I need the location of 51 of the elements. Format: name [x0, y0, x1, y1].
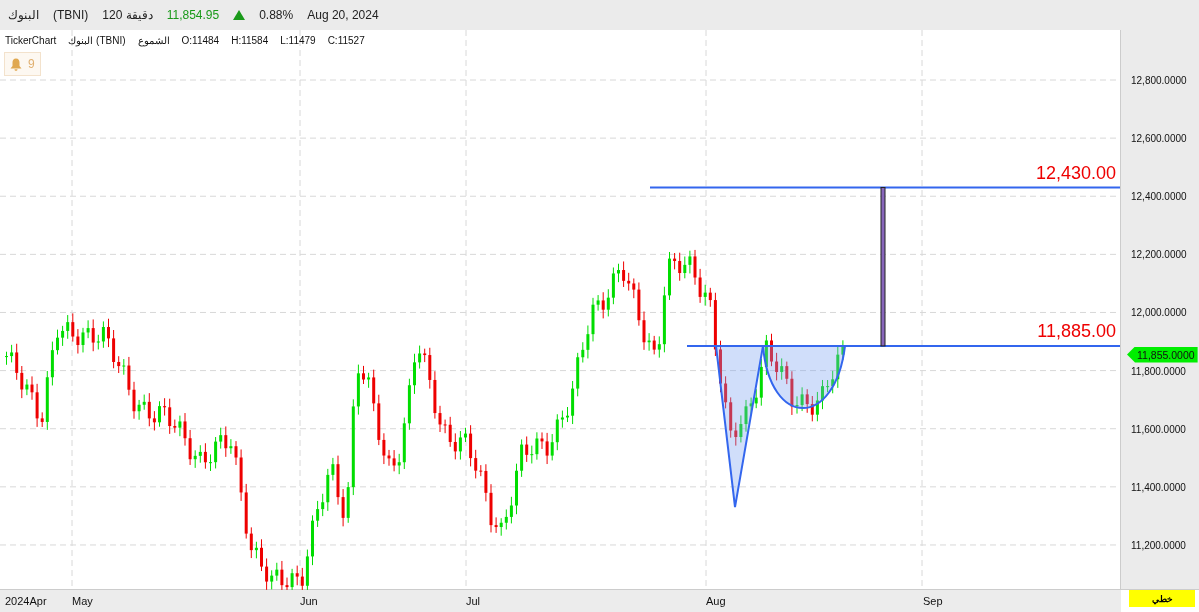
candle: [107, 318, 110, 348]
index-symbol: (TBNI): [53, 8, 89, 22]
candle: [770, 333, 773, 367]
x-axis-label: Aug: [706, 595, 726, 607]
date-text: Aug 20, 2024: [307, 8, 379, 22]
candle: [515, 463, 518, 515]
y-axis-label: 12,400.0000: [1131, 190, 1187, 202]
candle: [56, 329, 59, 356]
legend-close: C:11527: [327, 35, 365, 46]
legend-source: TickerChart: [5, 35, 57, 46]
candle: [311, 514, 314, 566]
scale-button[interactable]: خطي: [1129, 590, 1195, 607]
candle: [260, 538, 263, 572]
y-axis-label: 11,400.0000: [1131, 481, 1186, 493]
candle: [464, 427, 467, 443]
candle: [668, 251, 671, 301]
legend-chart-type: الشموع: [137, 35, 170, 46]
candle: [413, 353, 416, 395]
candle: [5, 351, 8, 366]
candle: [821, 379, 824, 410]
legend-name: البنوك (TBNI): [68, 35, 126, 46]
candle: [719, 340, 722, 393]
level-price-label: 11,885.00: [1037, 320, 1116, 342]
interval-text: 120 دقيقة: [102, 8, 153, 22]
y-axis-label: 11,600.0000: [1131, 423, 1186, 435]
last-price: 11,854.95: [166, 8, 220, 22]
y-axis-label: 12,000.0000: [1131, 306, 1187, 318]
x-axis-label: 2024Apr: [5, 595, 47, 607]
candle: [617, 263, 620, 283]
candle: [158, 400, 161, 428]
candle: [566, 406, 569, 423]
x-axis-label: Sep: [923, 595, 943, 607]
candle: [209, 453, 212, 472]
x-axis-label: Jun: [300, 595, 318, 607]
y-axis-label: 11,800.0000: [1131, 365, 1186, 377]
legend-low: L:11479: [280, 35, 316, 46]
legend-high: H:11584: [231, 35, 269, 46]
index-name: البنوك: [8, 8, 39, 22]
y-axis-label: 12,800.0000: [1131, 74, 1187, 86]
y-axis-label: 12,600.0000: [1131, 132, 1187, 144]
x-axis-label: May: [72, 595, 93, 607]
current-price-tag: 11,855.0000: [1127, 346, 1198, 363]
change-percent: 0.88%: [259, 8, 294, 22]
bell-icon: [10, 57, 22, 71]
candle: [362, 365, 365, 385]
alerts-count: 9: [28, 57, 35, 71]
y-axis-label: 11,200.0000: [1131, 539, 1186, 551]
level-price-label: 12,430.00: [1035, 162, 1116, 184]
y-axis-label: 12,200.0000: [1131, 248, 1187, 260]
x-axis-label: Jul: [466, 595, 481, 607]
legend-open: O:11484: [181, 35, 220, 46]
